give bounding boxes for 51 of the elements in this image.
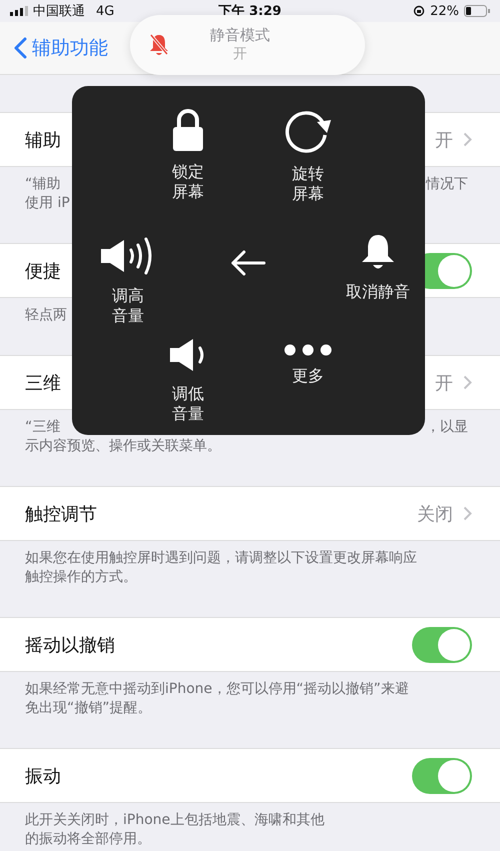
row-label: 辅助 bbox=[25, 128, 61, 152]
row-label: 摇动以撤销 bbox=[25, 634, 115, 656]
rotate-icon bbox=[283, 108, 333, 154]
back-arrow-icon bbox=[230, 249, 266, 277]
network-type: 4G bbox=[96, 4, 114, 18]
more-icon bbox=[284, 344, 332, 356]
description-text: 如果经常无意中摇动到iPhone，您可以停用“摇动以撤销”来避 bbox=[25, 680, 409, 699]
menu-item[interactable]: 调低 音量 bbox=[138, 336, 238, 424]
description-text: 使用 iP bbox=[25, 194, 70, 213]
row-label: 三维 bbox=[25, 372, 61, 394]
settings-row[interactable]: 振动 bbox=[0, 748, 500, 803]
chevron-icon bbox=[463, 375, 472, 390]
row-label: 便捷 bbox=[25, 260, 61, 282]
signal-icon bbox=[10, 6, 28, 16]
description-text: 如果您在使用触控屏时遇到问题，请调整以下设置更改屏幕响应 bbox=[25, 549, 417, 568]
description-text: 情况下 bbox=[426, 175, 468, 194]
back-link[interactable]: 辅助功能 bbox=[14, 35, 108, 61]
description-text: “辅助 bbox=[25, 175, 60, 194]
back-chevron-icon bbox=[14, 37, 27, 59]
battery-percent: 22% bbox=[430, 4, 459, 18]
rotation-lock-icon bbox=[413, 5, 426, 17]
battery-icon bbox=[464, 5, 490, 17]
menu-item[interactable]: 更多 bbox=[258, 344, 358, 386]
banner-value: 开 bbox=[233, 45, 247, 64]
description-text: ，以显 bbox=[426, 418, 468, 437]
carrier-name: 中国联通 bbox=[33, 3, 85, 20]
menu-item[interactable]: 调高 音量 bbox=[78, 236, 178, 326]
chevron-icon bbox=[463, 506, 472, 521]
bell-slash-icon bbox=[148, 33, 170, 57]
description-text: 免出现“撤销”提醒。 bbox=[25, 699, 152, 718]
row-label: 振动 bbox=[25, 764, 61, 788]
lock-icon bbox=[172, 108, 204, 152]
row-value: 开 bbox=[435, 128, 453, 152]
description-text: 触控操作的方式。 bbox=[25, 568, 137, 587]
toggle-switch[interactable] bbox=[412, 758, 472, 794]
description-text: 示内容预览、操作或关联菜单。 bbox=[25, 437, 221, 456]
toggle-switch[interactable] bbox=[412, 626, 472, 662]
row-value: 关闭 bbox=[417, 502, 453, 526]
description-text: “三维 bbox=[25, 418, 60, 437]
banner-title: 静音模式 bbox=[210, 26, 270, 45]
description-text: 的振动将全部停用。 bbox=[25, 830, 151, 849]
menu-item[interactable]: 取消静音 bbox=[328, 234, 428, 302]
settings-row[interactable]: 摇动以撤销 bbox=[0, 617, 500, 672]
menu-item[interactable]: 锁定 屏幕 bbox=[138, 108, 238, 202]
row-value: 开 bbox=[435, 372, 453, 394]
chevron-icon bbox=[463, 132, 472, 147]
row-label: 触控调节 bbox=[25, 502, 97, 526]
settings-row[interactable]: 触控调节 关闭 bbox=[0, 486, 500, 541]
description-text: 此开关关闭时，iPhone上包括地震、海啸和其他 bbox=[25, 811, 324, 830]
description-text: 轻点两 bbox=[25, 306, 67, 325]
menu-item[interactable]: 旋转 屏幕 bbox=[258, 108, 358, 204]
